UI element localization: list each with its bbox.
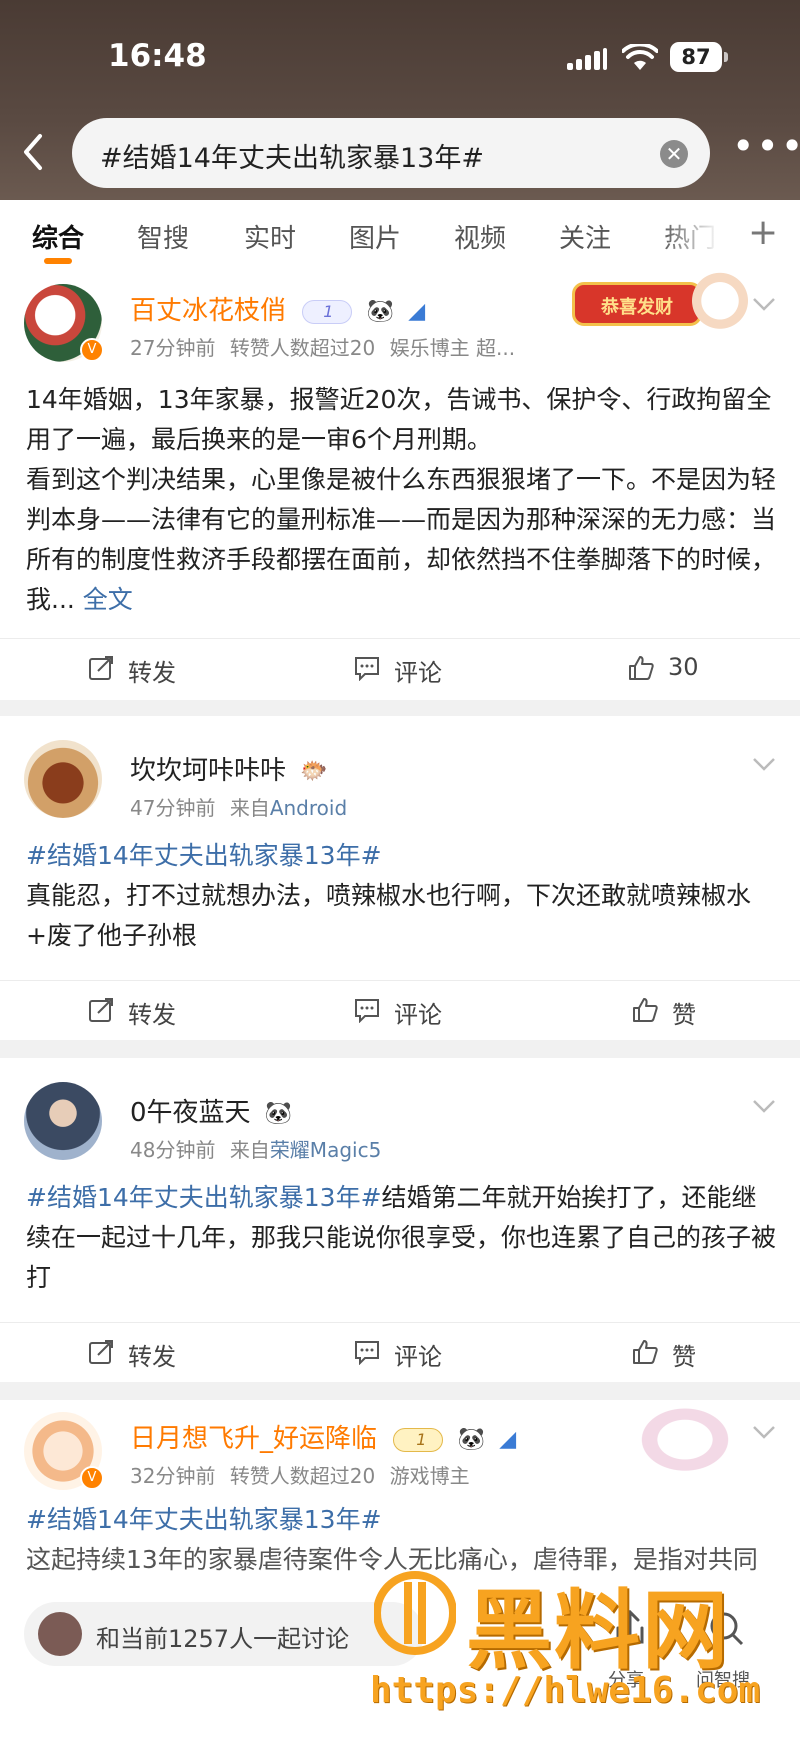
chevron-down-icon[interactable] bbox=[752, 1424, 776, 1440]
repost-icon bbox=[89, 656, 113, 680]
watermark: 黑料网 https://hlwe16.com bbox=[370, 1560, 790, 1711]
chevron-down-icon[interactable] bbox=[752, 756, 776, 772]
post-actions: 转发 评论 赞 bbox=[0, 1322, 800, 1382]
topic-tag[interactable]: #结婚14年丈夫出轨家暴13年# bbox=[26, 836, 778, 876]
level-badge-icon: 1 bbox=[393, 1427, 444, 1452]
tab-comprehensive[interactable]: 综合 bbox=[32, 218, 84, 255]
comment-icon bbox=[355, 999, 379, 1023]
post-card: 坎坎坷咔咔咔 🐡 47分钟前 来自Android #结婚14年丈夫出轨家暴13年… bbox=[0, 716, 800, 1040]
user-avatar bbox=[38, 1612, 82, 1656]
full-text-link[interactable]: 全文 bbox=[83, 585, 133, 614]
search-query: #结婚14年丈夫出轨家暴13年# bbox=[100, 143, 484, 174]
panda-icon: 🐼 bbox=[457, 1427, 485, 1452]
red-envelope-decoration-icon: 恭喜发财 bbox=[572, 282, 702, 326]
top-bar: 16:48 87 #结婚14年丈夫出轨家暴13年# ✕ ••• bbox=[0, 0, 800, 200]
repost-label: 转发 bbox=[128, 659, 176, 687]
post-time: 32分钟前 bbox=[130, 1464, 216, 1488]
rabbit-decoration-icon bbox=[690, 272, 750, 336]
post-stats: 转赞人数超过20 bbox=[229, 336, 376, 360]
more-options-icon[interactable]: ••• bbox=[732, 127, 800, 170]
chevron-down-icon[interactable] bbox=[752, 296, 776, 312]
watermark-url: https://hlwe16.com bbox=[370, 1670, 761, 1711]
blue-wave-icon: ◢ bbox=[408, 299, 426, 324]
panda-icon: 🐼 bbox=[366, 299, 394, 324]
tab-videos[interactable]: 视频 bbox=[454, 218, 506, 255]
username[interactable]: 0午夜蓝天 bbox=[130, 1098, 251, 1128]
thumbs-up-icon bbox=[629, 656, 654, 680]
clear-icon[interactable]: ✕ bbox=[660, 140, 688, 168]
like-label: 赞 bbox=[672, 1001, 696, 1029]
discussion-input[interactable]: 和当前1257人一起讨论 bbox=[24, 1602, 424, 1666]
watermark-brand: 黑料网 bbox=[466, 1581, 730, 1681]
panda-icon: 🐼 bbox=[264, 1101, 293, 1126]
verified-icon: V bbox=[80, 338, 104, 362]
post-text: 真能忍，打不过就想办法，喷辣椒水也行啊，下次还敢就喷辣椒水+废了他子孙根 bbox=[26, 881, 752, 950]
active-tab-indicator bbox=[44, 258, 72, 264]
post-actions: 转发 评论 赞 bbox=[0, 980, 800, 1040]
post-card: V 百丈冰花枝俏 1 🐼 ◢ 27分钟前 转赞人数超过20 娱乐博主 超... … bbox=[0, 272, 800, 700]
comment-icon bbox=[355, 1341, 379, 1365]
like-label: 赞 bbox=[672, 1343, 696, 1371]
topic-tag[interactable]: #结婚14年丈夫出轨家暴13年# bbox=[26, 1500, 778, 1540]
level-badge-icon: 1 bbox=[302, 299, 353, 324]
post-source[interactable]: Android bbox=[270, 796, 347, 820]
bunny-decoration-icon bbox=[630, 1400, 740, 1472]
comment-label: 评论 bbox=[394, 1001, 442, 1029]
comment-label: 评论 bbox=[394, 659, 442, 687]
tab-smart-search[interactable]: 智搜 bbox=[137, 218, 189, 255]
source-prefix: 来自 bbox=[229, 796, 270, 820]
post-source[interactable]: 荣耀Magic5 bbox=[270, 1138, 381, 1162]
username[interactable]: 坎坎坷咔咔咔 bbox=[130, 756, 286, 786]
post-time: 47分钟前 bbox=[130, 796, 216, 820]
tab-realtime[interactable]: 实时 bbox=[244, 218, 296, 255]
repost-label: 转发 bbox=[128, 1001, 176, 1029]
add-tab-icon[interactable]: + bbox=[748, 212, 778, 253]
repost-label: 转发 bbox=[128, 1343, 176, 1371]
tab-images[interactable]: 图片 bbox=[349, 218, 401, 255]
post-actions: 转发 评论 30 bbox=[0, 638, 800, 698]
comment-icon bbox=[355, 657, 379, 681]
user-role: 娱乐博主 超... bbox=[389, 336, 516, 360]
battery-indicator: 87 bbox=[670, 42, 728, 72]
avatar[interactable] bbox=[24, 740, 102, 818]
username[interactable]: 日月想飞升_好运降临 bbox=[130, 1424, 377, 1454]
comment-label: 评论 bbox=[394, 1343, 442, 1371]
chevron-left-icon bbox=[24, 134, 42, 170]
avatar[interactable] bbox=[24, 1082, 102, 1160]
cellular-signal-icon bbox=[567, 48, 607, 70]
username[interactable]: 百丈冰花枝俏 bbox=[130, 296, 286, 326]
thumbs-up-icon bbox=[633, 998, 658, 1022]
status-bar: 16:48 87 bbox=[0, 38, 800, 78]
post-time: 48分钟前 bbox=[130, 1138, 216, 1162]
thumbs-up-icon bbox=[633, 1340, 658, 1364]
discussion-label: 和当前1257人一起讨论 bbox=[96, 1625, 350, 1653]
status-time: 16:48 bbox=[108, 38, 207, 74]
post-stats: 转赞人数超过20 bbox=[229, 1464, 376, 1488]
tab-fade bbox=[660, 200, 720, 272]
post-time: 27分钟前 bbox=[130, 336, 216, 360]
topic-tag[interactable]: #结婚14年丈夫出轨家暴13年# bbox=[26, 1183, 382, 1212]
repost-icon bbox=[89, 1340, 113, 1364]
user-role: 游戏博主 bbox=[389, 1464, 470, 1488]
blue-wave-icon: ◢ bbox=[499, 1427, 517, 1452]
chevron-down-icon[interactable] bbox=[752, 1098, 776, 1114]
fish-icon: 🐡 bbox=[300, 759, 328, 784]
post-card: 0午夜蓝天 🐼 48分钟前 来自荣耀Magic5 #结婚14年丈夫出轨家暴13年… bbox=[0, 1058, 800, 1382]
search-tabs: 综合 智搜 实时 图片 视频 关注 热门 + bbox=[0, 200, 800, 272]
wifi-icon bbox=[622, 44, 658, 70]
post-text: 14年婚姻，13年家暴，报警近20次，告诫书、保护令、行政拘留全用了一遍，最后换… bbox=[26, 385, 777, 614]
verified-icon: V bbox=[80, 1466, 104, 1490]
back-button[interactable] bbox=[18, 130, 48, 174]
search-input[interactable]: #结婚14年丈夫出轨家暴13年# ✕ bbox=[72, 118, 710, 188]
repost-icon bbox=[89, 998, 113, 1022]
like-count: 30 bbox=[668, 653, 699, 681]
tab-following[interactable]: 关注 bbox=[559, 218, 611, 255]
watermark-logo-icon bbox=[374, 1571, 456, 1655]
source-prefix: 来自 bbox=[229, 1138, 270, 1162]
